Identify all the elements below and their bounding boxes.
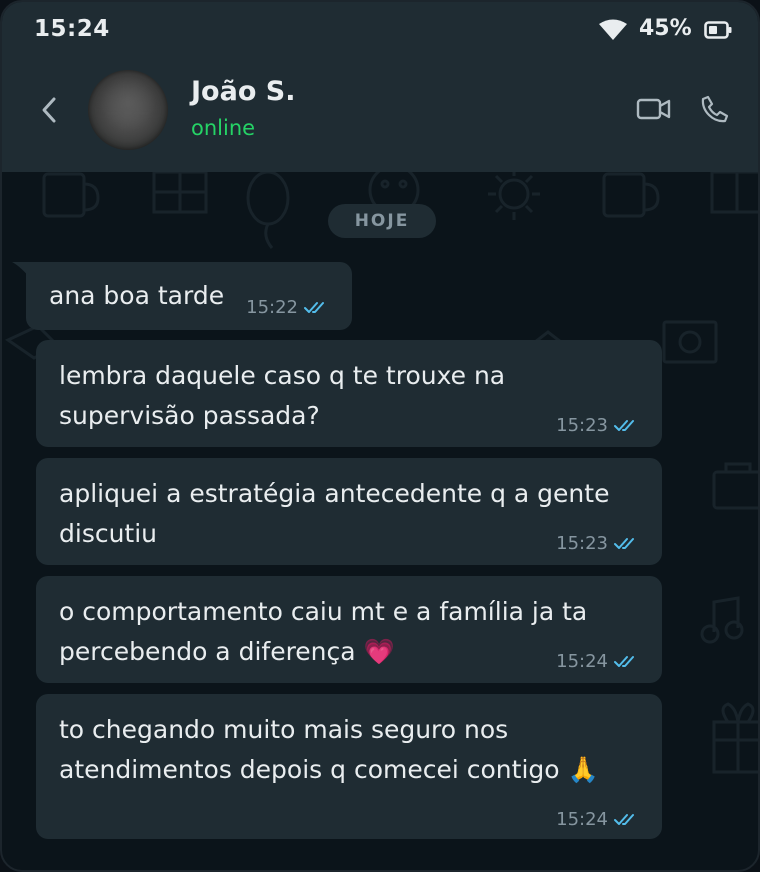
message-time: 15:23 <box>556 533 608 554</box>
message-time: 15:23 <box>556 415 608 436</box>
battery-percent: 45% <box>639 16 692 41</box>
read-ticks-icon <box>614 538 634 549</box>
message-bubble[interactable]: o comportamento caiu mt e a família ja t… <box>36 576 662 683</box>
message-meta: 15:24 <box>556 800 640 840</box>
message-bubble[interactable]: apliquei a estratégia antecedente q a ge… <box>36 458 662 565</box>
avatar[interactable] <box>88 70 168 150</box>
contact-status: online <box>191 116 256 140</box>
chat-area[interactable]: HOJE ana boa tarde 15:22 lembra daquele … <box>2 172 758 870</box>
back-arrow-icon[interactable] <box>36 94 62 126</box>
phone-call-icon[interactable] <box>700 94 730 124</box>
message-time: 15:22 <box>246 297 298 318</box>
wifi-icon <box>599 19 627 40</box>
message-meta: 15:22 <box>246 288 330 328</box>
contact-name[interactable]: João S. <box>191 76 295 107</box>
message-text: to chegando muito mais seguro nos atendi… <box>59 715 599 784</box>
date-separator: HOJE <box>328 204 436 238</box>
battery-icon <box>704 21 732 39</box>
video-call-icon[interactable] <box>636 95 672 123</box>
read-ticks-icon <box>614 420 634 431</box>
message-time: 15:24 <box>556 809 608 830</box>
phone-screen: 15:24 45% João S. online HOJE ana boa ta… <box>0 0 760 872</box>
chat-header: 15:24 45% João S. online <box>2 2 758 172</box>
read-ticks-icon <box>614 814 634 825</box>
read-ticks-icon <box>614 656 634 667</box>
message-meta: 15:23 <box>556 406 640 446</box>
message-bubble[interactable]: lembra daquele caso q te trouxe na super… <box>36 340 662 447</box>
message-time: 15:24 <box>556 651 608 672</box>
message-bubble[interactable]: ana boa tarde 15:22 <box>12 262 352 330</box>
message-meta: 15:23 <box>556 524 640 564</box>
message-text: lembra daquele caso q te trouxe na super… <box>59 361 506 430</box>
status-bar: 15:24 45% <box>2 2 758 58</box>
message-meta: 15:24 <box>556 642 640 682</box>
read-ticks-icon <box>304 302 324 313</box>
status-time: 15:24 <box>34 16 110 42</box>
message-bubble[interactable]: to chegando muito mais seguro nos atendi… <box>36 694 662 839</box>
message-text: o comportamento caiu mt e a família ja t… <box>59 597 588 666</box>
message-text: apliquei a estratégia antecedente q a ge… <box>59 479 610 548</box>
bubble-tail <box>12 262 32 280</box>
